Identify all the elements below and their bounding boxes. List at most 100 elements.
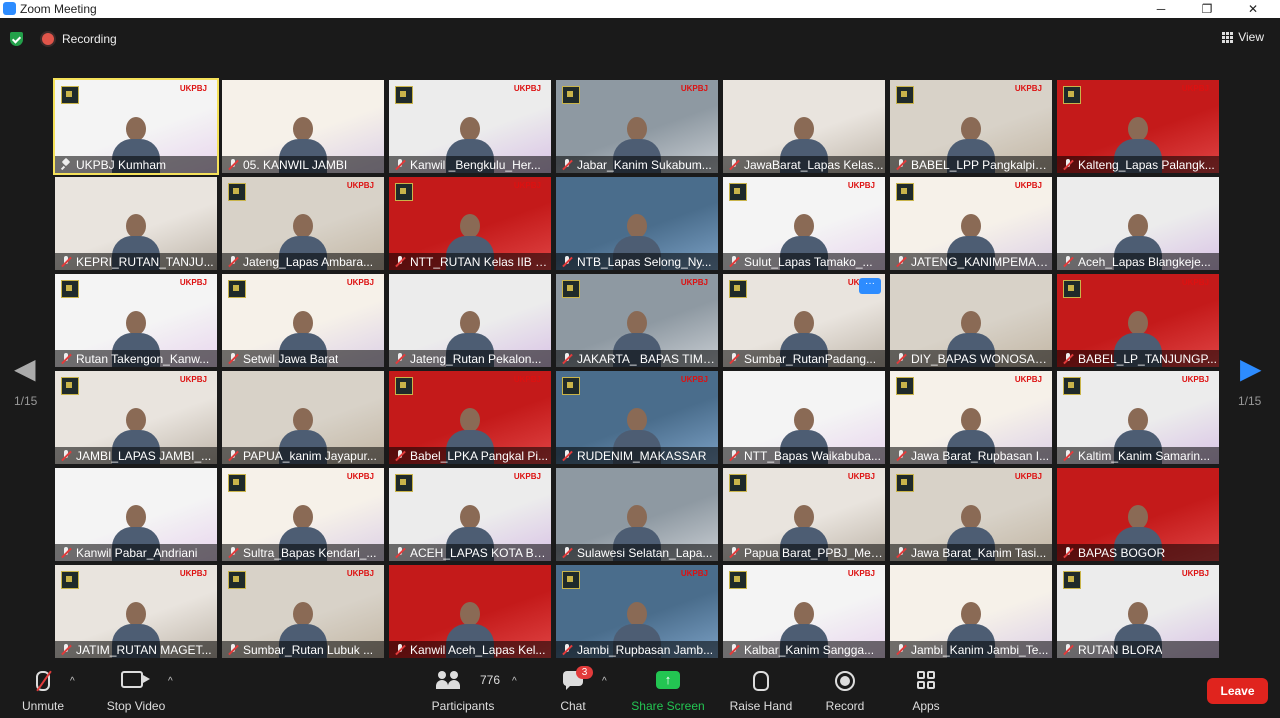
video-options-caret-icon[interactable]: ^ [168, 676, 173, 687]
participant-tile[interactable]: PAPUA_kanim Jayapur... [222, 371, 384, 464]
participant-tile[interactable]: UKPBJ Kanwil _Bengkulu_Her... [389, 80, 551, 173]
participant-tile[interactable]: Kanwil Pabar_Andriani [55, 468, 217, 561]
minimize-button[interactable]: ─ [1138, 0, 1184, 18]
institution-logo-icon [61, 280, 79, 298]
maximize-button[interactable]: ❐ [1184, 0, 1230, 18]
participant-tile[interactable]: UKPBJ BABEL_LP_TANJUNGP... [1057, 274, 1219, 367]
muted-microphone-icon [896, 644, 907, 655]
security-shield-icon[interactable] [10, 32, 23, 46]
participant-tile[interactable]: Jateng_Rutan Pekalon... [389, 274, 551, 367]
participant-tile[interactable]: UKPBJ JATENG_KANIMPEMAL... [890, 177, 1052, 270]
participant-tile[interactable]: UKPBJ Jambi_Rupbasan Jamb... [556, 565, 718, 658]
participant-namebar: Aceh_Lapas Blangkeje... [1057, 253, 1219, 270]
participant-tile[interactable]: Kanwil Aceh_Lapas Kel... [389, 565, 551, 658]
zoom-app-icon [3, 2, 16, 15]
participant-tile[interactable]: NTB_Lapas Selong_Ny... [556, 177, 718, 270]
participant-tile[interactable]: UKPBJ Jawa Barat_Rupbasan I... [890, 371, 1052, 464]
participant-name: BABEL_LPP Pangkalpin... [911, 157, 1051, 172]
participant-tile[interactable]: UKPBJ Rutan Takengon_Kanw... [55, 274, 217, 367]
participant-tile[interactable]: Sulawesi Selatan_Lapa... [556, 468, 718, 561]
pin-icon [61, 159, 72, 170]
participant-tile[interactable]: UKPBJ NTT_RUTAN Kelas IIB S... [389, 177, 551, 270]
share-screen-icon: ↑ [656, 671, 680, 689]
participant-tile[interactable]: UKPBJ RUDENIM_MAKASSAR [556, 371, 718, 464]
participant-tile[interactable]: UKPBJ Sulut_Lapas Tamako_... [723, 177, 885, 270]
next-page-arrow-icon[interactable]: ▶ [1240, 352, 1262, 385]
participant-tile[interactable]: UKPBJ JATIM_RUTAN MAGET... [55, 565, 217, 658]
participant-name: Jateng_Lapas Ambara... [243, 254, 374, 269]
record-button[interactable]: Record [822, 662, 868, 718]
view-button[interactable]: View [1216, 26, 1270, 48]
participant-tile[interactable]: UKPBJ Kaltim_Kanim Samarin... [1057, 371, 1219, 464]
participant-tile[interactable]: UKPBJ Setwil Jawa Barat [222, 274, 384, 367]
participant-tile[interactable]: UKPBJ JAMBI_LAPAS JAMBI_... [55, 371, 217, 464]
muted-microphone-icon [61, 547, 72, 558]
participant-tile[interactable]: BAPAS BOGOR [1057, 468, 1219, 561]
audio-options-caret-icon[interactable]: ^ [70, 676, 75, 687]
participant-name: JAKARTA_ BAPAS TIMU... [577, 351, 717, 366]
unmute-button[interactable]: Unmute [10, 662, 76, 718]
participant-namebar: KEPRI_RUTAN_TANJU... [55, 253, 217, 270]
participant-tile[interactable]: Aceh_Lapas Blangkeje... [1057, 177, 1219, 270]
participant-tile[interactable]: UKPBJ Sumbar_Rutan Lubuk ... [222, 565, 384, 658]
share-screen-button[interactable]: ↑ Share Screen [628, 662, 708, 718]
participant-tile[interactable]: NTT_Bapas Waikabuba... [723, 371, 885, 464]
participant-namebar: JATIM_RUTAN MAGET... [55, 641, 217, 658]
participant-name: JAMBI_LAPAS JAMBI_... [76, 448, 212, 463]
participant-name: Kanwil Aceh_Lapas Kel... [410, 642, 546, 657]
institution-logo-icon [896, 474, 914, 492]
view-label: View [1238, 30, 1264, 44]
chat-options-caret-icon[interactable]: ^ [602, 676, 607, 687]
ukpbj-logo-text: UKPBJ [513, 375, 541, 384]
participant-name: Babel_LPKA Pangkal Pi... [410, 448, 549, 463]
participant-tile[interactable]: UKPBJ BABEL_LPP Pangkalpin... [890, 80, 1052, 173]
muted-microphone-icon [562, 353, 573, 364]
muted-microphone-icon [896, 450, 907, 461]
participant-tile[interactable]: UKPBJ Jawa Barat_Kanim Tasi... [890, 468, 1052, 561]
participant-tile[interactable]: JawaBarat_Lapas Kelas... [723, 80, 885, 173]
participant-namebar: BABEL_LP_TANJUNGP... [1057, 350, 1219, 367]
raise-hand-button[interactable]: Raise Hand [726, 662, 796, 718]
participant-tile[interactable]: UKPBJ JAKARTA_ BAPAS TIMU... [556, 274, 718, 367]
muted-microphone-icon [61, 353, 72, 364]
participant-tile[interactable]: UKPBJ ACEH_LAPAS KOTA BA... [389, 468, 551, 561]
tile-more-options-button[interactable]: ··· [859, 278, 881, 294]
ukpbj-logo-text: UKPBJ [1181, 569, 1209, 578]
participant-name: Sumbar_Rutan Lubuk ... [243, 642, 374, 657]
muted-microphone-icon [896, 353, 907, 364]
participant-tile[interactable]: UKPBJ Kalbar_Kanim Sangga... [723, 565, 885, 658]
chat-label: Chat [560, 699, 586, 713]
ukpbj-logo-text: UKPBJ [1181, 278, 1209, 287]
leave-button[interactable]: Leave [1207, 678, 1268, 704]
previous-page-arrow-icon[interactable]: ◀ [14, 352, 36, 385]
participant-name: Kanwil Pabar_Andriani [76, 545, 198, 560]
apps-button[interactable]: Apps [906, 662, 946, 718]
participant-tile[interactable]: UKPBJ RUTAN BLORA [1057, 565, 1219, 658]
participant-tile[interactable]: UKPBJ Kalteng_Lapas Palangk... [1057, 80, 1219, 173]
ukpbj-logo-text: UKPBJ [513, 181, 541, 190]
participant-tile[interactable]: KEPRI_RUTAN_TANJU... [55, 177, 217, 270]
participant-tile[interactable]: UKPBJ Babel_LPKA Pangkal Pi... [389, 371, 551, 464]
stop-video-button[interactable]: Stop Video [100, 662, 172, 718]
participant-tile[interactable]: UKPBJ Papua Barat_PPBJ_Mer... [723, 468, 885, 561]
participants-button[interactable]: 776 Participants [426, 662, 500, 718]
participant-tile[interactable]: DIY_BAPAS WONOSAR... [890, 274, 1052, 367]
institution-logo-icon [1063, 571, 1081, 589]
participant-tile[interactable]: UKPBJ Sultra_Bapas Kendari_... [222, 468, 384, 561]
participant-namebar: Sumbar_RutanPadang... [723, 350, 885, 367]
participant-tile[interactable]: UKPBJ Jabar_Kanim Sukabum... [556, 80, 718, 173]
participant-name: Setwil Jawa Barat [243, 351, 339, 366]
ukpbj-logo-text: UKPBJ [847, 181, 875, 190]
share-screen-label: Share Screen [631, 699, 705, 713]
close-window-button[interactable]: ✕ [1230, 0, 1276, 18]
participant-name: KEPRI_RUTAN_TANJU... [76, 254, 214, 269]
apps-icon [917, 671, 935, 689]
participant-tile[interactable]: UKPBJ Jateng_Lapas Ambara... [222, 177, 384, 270]
participants-options-caret-icon[interactable]: ^ [512, 676, 517, 687]
participant-tile[interactable]: 05. KANWIL JAMBI [222, 80, 384, 173]
participant-tile[interactable]: Jambi_Kanim Jambi_Te... [890, 565, 1052, 658]
participant-tile[interactable]: UKPBJ···Sumbar_RutanPadang... [723, 274, 885, 367]
participant-namebar: Jateng_Lapas Ambara... [222, 253, 384, 270]
participant-tile[interactable]: UKPBJ UKPBJ Kumham [53, 78, 219, 175]
participant-namebar: Sulut_Lapas Tamako_... [723, 253, 885, 270]
